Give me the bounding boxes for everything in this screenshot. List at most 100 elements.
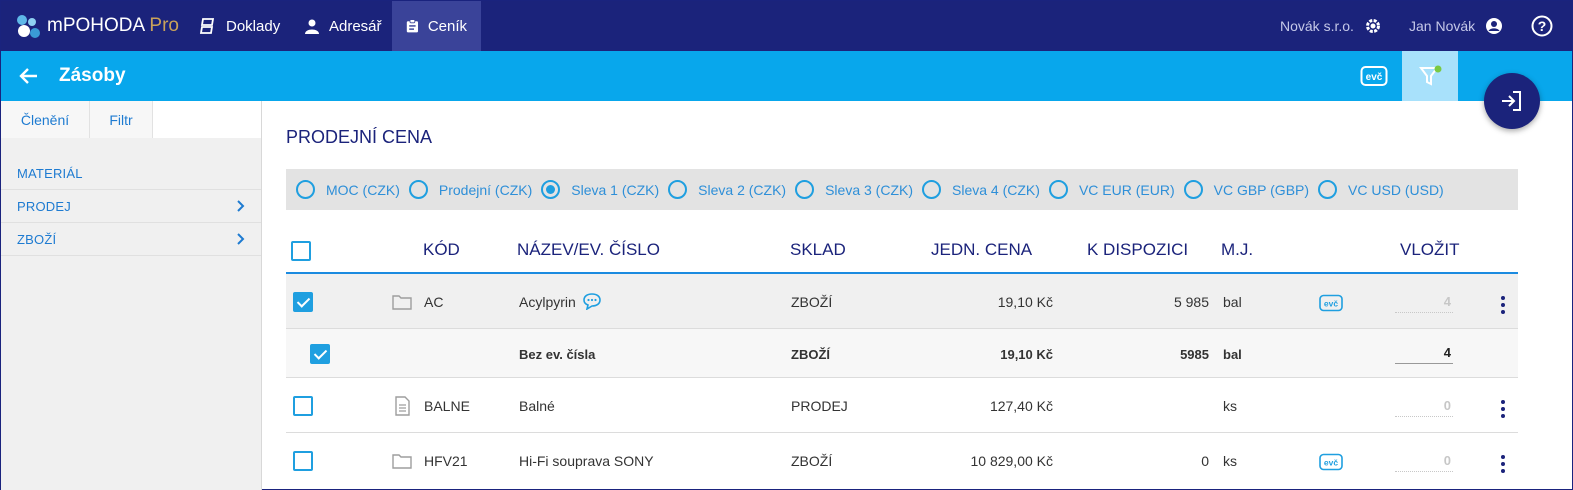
- more-options-icon[interactable]: [1501, 455, 1505, 476]
- page-title: Zásoby: [59, 65, 126, 86]
- sidebar-item-zbozi[interactable]: ZBOŽÍ: [1, 223, 261, 256]
- row-code: HFV21: [424, 453, 468, 469]
- sidebar-item-prodej[interactable]: PRODEJ: [1, 190, 261, 223]
- evc-icon[interactable]: evč: [1319, 453, 1343, 471]
- table-row[interactable]: Bez ev. čísla ZBOŽÍ 19,10 Kč 5985 bal 4: [286, 329, 1518, 378]
- row-checkbox[interactable]: [310, 344, 330, 364]
- radio-prodejni[interactable]: Prodejní (CZK): [408, 180, 532, 199]
- chevron-right-icon: [237, 233, 245, 245]
- account-icon: [1486, 18, 1503, 34]
- row-unit: ks: [1223, 453, 1237, 469]
- chevron-right-icon: [237, 200, 245, 212]
- top-navigation-bar: mPOHODA Pro Doklady Adresář Ceník Novák …: [1, 1, 1572, 51]
- svg-text:?: ?: [1538, 18, 1547, 34]
- table-row[interactable]: AC Acylpyrin ZBOŽÍ 19,10 Kč 5 985 bal ev…: [286, 274, 1518, 329]
- help-icon[interactable]: ?: [1531, 15, 1553, 37]
- col-vlozit: VLOŽIT: [1400, 240, 1460, 259]
- radio-sleva-1[interactable]: Sleva 1 (CZK): [541, 180, 659, 199]
- row-checkbox[interactable]: [293, 396, 313, 416]
- quantity-input[interactable]: 0: [1395, 450, 1453, 472]
- section-title: PRODEJNÍ CENA: [286, 127, 433, 147]
- tab-cleneni[interactable]: Členění: [1, 101, 90, 138]
- svg-text:evč: evč: [1366, 72, 1383, 83]
- row-unit: ks: [1223, 398, 1237, 414]
- table-row[interactable]: BALNE Balné PRODEJ 127,40 Kč ks 0: [286, 378, 1518, 433]
- filter-icon: [1419, 65, 1442, 86]
- table-row[interactable]: HFV21 Hi-Fi souprava SONY ZBOŽÍ 10 829,0…: [286, 433, 1518, 488]
- col-kod[interactable]: KÓD: [423, 240, 460, 260]
- login-arrow-icon: [1502, 91, 1521, 111]
- radio-vc-gbp[interactable]: VC GBP (GBP): [1183, 180, 1309, 199]
- row-unit: bal: [1223, 347, 1242, 362]
- insert-to-document-button[interactable]: [1484, 73, 1540, 129]
- documents-icon: [199, 18, 215, 34]
- sidebar-item-material[interactable]: MATERIÁL: [1, 157, 261, 190]
- filter-button[interactable]: [1402, 51, 1458, 101]
- quantity-input[interactable]: 0: [1395, 395, 1453, 417]
- row-name: Balné: [519, 398, 555, 414]
- clipboard-icon: [406, 19, 419, 33]
- evc-icon[interactable]: evč: [1319, 294, 1343, 312]
- mpohoda-logo-icon: [17, 15, 40, 38]
- select-all-checkbox[interactable]: [291, 241, 311, 261]
- row-store: ZBOŽÍ: [791, 294, 833, 310]
- row-unit: bal: [1223, 294, 1242, 310]
- row-checkbox[interactable]: [293, 292, 313, 312]
- more-options-icon[interactable]: [1501, 296, 1505, 317]
- row-code: AC: [424, 294, 444, 310]
- tab-spacer: [153, 101, 261, 138]
- row-price: 10 829,00 Kč: [970, 453, 1053, 469]
- nav-adresar[interactable]: Adresář: [290, 1, 396, 51]
- price-type-selector: MOC (CZK) Prodejní (CZK) Sleva 1 (CZK) S…: [286, 169, 1518, 210]
- folder-icon: [392, 454, 412, 469]
- radio-sleva-2[interactable]: Sleva 2 (CZK): [668, 180, 786, 199]
- row-price: 19,10 Kč: [1000, 347, 1053, 362]
- back-arrow-icon[interactable]: [17, 64, 41, 88]
- row-available: 0: [1201, 453, 1209, 469]
- row-price: 19,10 Kč: [997, 294, 1053, 310]
- row-store: ZBOŽÍ: [791, 453, 833, 469]
- col-nazev[interactable]: NÁZEV/EV. ČÍSLO: [517, 240, 660, 260]
- col-k-dispozici[interactable]: K DISPOZICI: [1087, 240, 1188, 260]
- svg-text:evč: evč: [1324, 299, 1338, 309]
- user-menu[interactable]: Jan Novák: [1409, 1, 1503, 51]
- nav-cenik[interactable]: Ceník: [392, 1, 481, 51]
- gear-icon: [1365, 19, 1380, 33]
- comment-icon[interactable]: [582, 292, 602, 310]
- quantity-input[interactable]: 4: [1395, 342, 1453, 364]
- svg-text:evč: evč: [1324, 458, 1338, 468]
- row-price: 127,40 Kč: [989, 398, 1053, 414]
- col-jedn-cena[interactable]: JEDN. CENA: [931, 240, 1032, 260]
- col-mj[interactable]: M.J.: [1221, 240, 1253, 260]
- row-available: 5985: [1180, 347, 1209, 362]
- col-sklad[interactable]: SKLAD: [790, 240, 846, 260]
- more-options-icon[interactable]: [1501, 400, 1505, 421]
- evc-toggle-button[interactable]: evč: [1360, 65, 1388, 87]
- category-list: MATERIÁL PRODEJ ZBOŽÍ: [1, 157, 261, 256]
- radio-sleva-3[interactable]: Sleva 3 (CZK): [795, 180, 913, 199]
- company-selector[interactable]: Novák s.r.o.: [1280, 1, 1382, 51]
- radio-moc[interactable]: MOC (CZK): [296, 180, 400, 199]
- row-available: 5 985: [1173, 294, 1209, 310]
- row-name: Bez ev. čísla: [519, 347, 596, 362]
- stock-table: KÓD NÁZEV/EV. ČÍSLO SKLAD JEDN. CENA K D…: [286, 229, 1518, 488]
- radio-vc-usd[interactable]: VC USD (USD): [1318, 180, 1444, 199]
- person-icon: [305, 19, 319, 34]
- folder-icon: [392, 295, 412, 310]
- row-store: ZBOŽÍ: [791, 347, 830, 362]
- table-header: KÓD NÁZEV/EV. ČÍSLO SKLAD JEDN. CENA K D…: [286, 229, 1518, 274]
- sidebar: Členění Filtr MATERIÁL PRODEJ ZBOŽÍ: [1, 101, 262, 490]
- nav-doklady[interactable]: Doklady: [185, 1, 294, 51]
- row-store: PRODEJ: [791, 398, 848, 414]
- row-name: Hi-Fi souprava SONY: [519, 453, 654, 469]
- app-brand: mPOHODA Pro: [47, 15, 179, 36]
- service-document-icon: [395, 396, 410, 416]
- sidebar-tabs: Členění Filtr: [1, 101, 261, 138]
- tab-filtr[interactable]: Filtr: [90, 101, 153, 138]
- page-header-bar: Zásoby evč: [1, 51, 1572, 101]
- row-checkbox[interactable]: [293, 451, 313, 471]
- radio-sleva-4[interactable]: Sleva 4 (CZK): [922, 180, 1040, 199]
- quantity-input[interactable]: 4: [1395, 291, 1453, 313]
- radio-vc-eur[interactable]: VC EUR (EUR): [1048, 180, 1175, 199]
- row-code: BALNE: [424, 398, 470, 414]
